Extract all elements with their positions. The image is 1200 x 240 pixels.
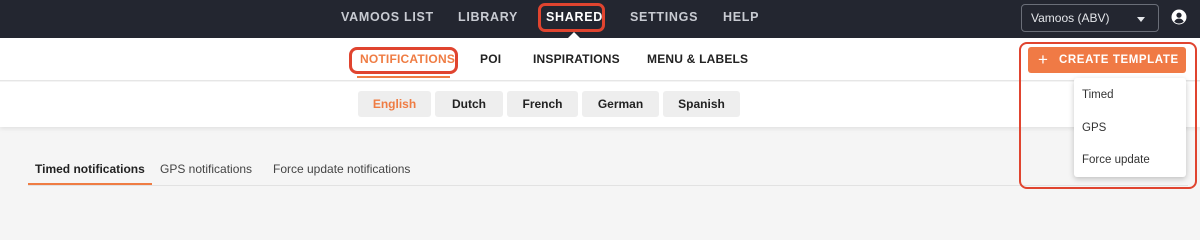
language-dutch[interactable]: Dutch (435, 91, 503, 117)
account-select[interactable]: Vamoos (ABV) (1021, 4, 1159, 32)
menu-item-gps[interactable]: GPS (1082, 122, 1106, 134)
tab-notifications[interactable]: NOTIFICATIONS (360, 52, 455, 66)
language-english[interactable]: English (358, 91, 431, 117)
nav-item-shared[interactable]: SHARED (546, 0, 603, 38)
active-tab-underline (357, 76, 450, 78)
nav-item-library[interactable]: LIBRARY (458, 0, 518, 34)
plus-icon: + (1038, 50, 1049, 69)
nav-item-help[interactable]: HELP (723, 0, 759, 34)
caret-down-icon (1137, 17, 1145, 22)
menu-item-force-update[interactable]: Force update (1082, 154, 1150, 166)
nav-item-vamoos-list[interactable]: VAMOOS LIST (341, 0, 434, 34)
tab-poi[interactable]: POI (480, 52, 501, 66)
nav-item-settings[interactable]: SETTINGS (630, 0, 698, 34)
tab-menu-labels[interactable]: MENU & LABELS (647, 52, 748, 66)
menu-item-timed[interactable]: Timed (1082, 89, 1114, 101)
language-french[interactable]: French (507, 91, 578, 117)
tab-gps-notifications[interactable]: GPS notifications (160, 162, 252, 176)
user-circle-icon[interactable] (1171, 9, 1187, 25)
create-template-label: CREATE TEMPLATE (1059, 54, 1179, 66)
create-template-menu: Timed GPS Force update (1074, 78, 1186, 177)
tab-inspirations[interactable]: INSPIRATIONS (533, 52, 620, 66)
tab-force-update-notifications[interactable]: Force update notifications (273, 162, 410, 176)
main-nav: VAMOOS LIST LIBRARY SHARED SETTINGS HELP (0, 0, 1200, 38)
create-template-button[interactable]: + CREATE TEMPLATE (1028, 47, 1186, 73)
section-tabs-bar: NOTIFICATIONS POI INSPIRATIONS MENU & LA… (0, 38, 1200, 81)
notification-type-tabs: Timed notifications GPS notifications Fo… (28, 150, 1188, 186)
language-spanish[interactable]: Spanish (663, 91, 740, 117)
language-bar: English Dutch French German Spanish (0, 82, 1200, 127)
tab-timed-notifications[interactable]: Timed notifications (35, 162, 145, 176)
language-german[interactable]: German (582, 91, 659, 117)
active-content-tab-underline (28, 183, 152, 185)
top-navigation-bar: VAMOOS LIST LIBRARY SHARED SETTINGS HELP… (0, 0, 1200, 38)
account-select-value: Vamoos (ABV) (1031, 11, 1110, 25)
